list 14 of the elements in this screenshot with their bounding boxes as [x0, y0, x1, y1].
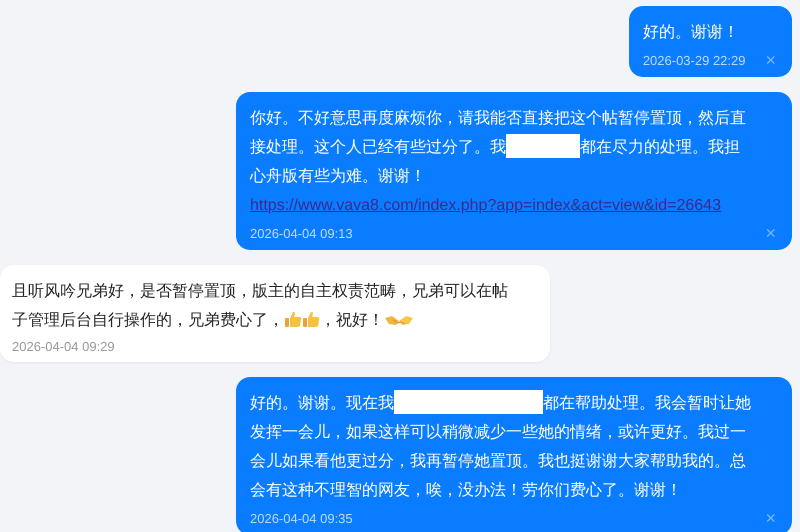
timestamp: 2026-04-04 09:29 [12, 339, 115, 354]
message-text: 且听风吟兄弟好，是否暂停置顶，版主的自主权责范畴，兄弟可以在帖子管理后台自行操作的，兄弟费心了， ，祝好！ [12, 282, 509, 331]
message-text: 好的。谢谢！ [642, 23, 740, 43]
message-text: 你好。不好意思再度麻烦你，请我能否直接把这个帖暂停置顶，然后直接处理。这个人已经有些过分了。我 都在尽力的处理。我担心舟版有些为难。谢谢！ https://www.vava8.com/index.php?app=index&act=view&id=26643 [250, 104, 754, 220]
timestamp: 2026-03-29 22:29 [642, 52, 746, 68]
close-button[interactable]: × [765, 509, 776, 527]
thumbs-up-icon [302, 310, 320, 328]
thumbs-up-icon [284, 310, 302, 328]
message-text: 好的。谢谢。现在我 都在帮助处理。我会暂时让她发挥一会儿，如果这样可以稍微减少一些她的情绪，或许更好。我过一会儿如果看他更过分，我再暂停她置顶。我也挺谢谢大家帮助我的。总会有这种不理智的网友，唉，没办法！劳你们费心了。谢谢！ [250, 389, 754, 505]
close-button[interactable]: × [765, 224, 776, 242]
timestamp: 2026-04-04 09:13 [250, 226, 353, 240]
timestamp: 2026-04-04 09:35 [250, 510, 353, 526]
close-button[interactable]: × [765, 51, 776, 69]
message-link[interactable]: https://www.vava8.com/index.php?app=index&act=view&id=26643 [250, 191, 721, 220]
